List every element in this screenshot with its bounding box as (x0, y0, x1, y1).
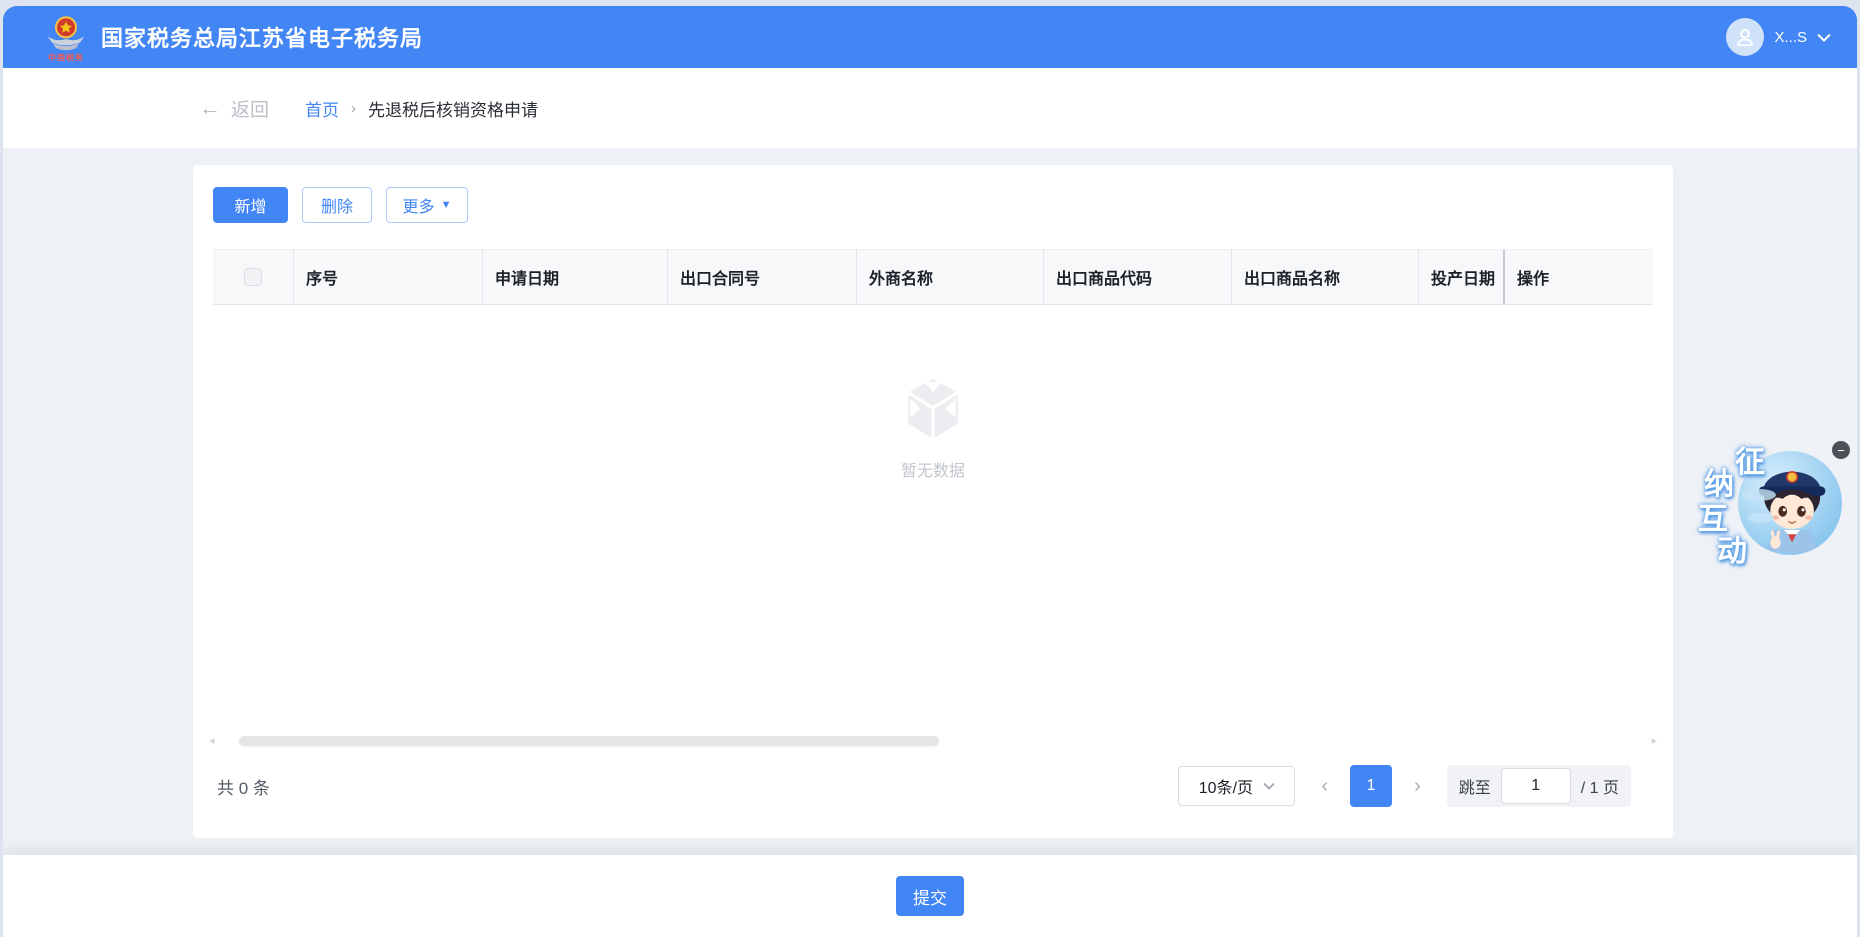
empty-state: 暂无数据 (213, 377, 1653, 481)
assistant-minimize-button[interactable]: − (1832, 441, 1850, 459)
cloud-decoration (1742, 489, 1776, 501)
submit-button[interactable]: 提交 (896, 876, 964, 916)
page-size-select[interactable]: 10条/页 (1178, 766, 1296, 806)
col-export-commodity-code: 出口商品代码 (1043, 250, 1231, 304)
logo-caption: 中国税务 (48, 53, 84, 62)
breadcrumb-separator: › (351, 99, 357, 117)
horizontal-scrollbar: ◂ ▸ (209, 735, 1657, 747)
toolbar: 新增 删除 更多 ▼ (213, 165, 1653, 223)
user-avatar[interactable] (1726, 18, 1765, 56)
tax-assistant-widget[interactable]: 征 纳 互 动 − (1698, 437, 1850, 568)
select-all-cell (213, 250, 293, 304)
delete-button[interactable]: 删除 (302, 187, 372, 223)
select-all-checkbox[interactable] (244, 268, 262, 286)
user-name: X...S (1774, 28, 1807, 46)
content-area: 新增 删除 更多 ▼ 序号 申请日期 出口合同号 外商名称 出口商品代码 出口商… (3, 148, 1857, 855)
pagination-bar: 共 0 条 10条/页 ‹ 1 › 跳至 / 1 页 (217, 765, 1631, 807)
user-menu[interactable]: X...S (1726, 18, 1831, 56)
empty-box-icon (907, 379, 959, 439)
header-brand: 中国税务 国家税务总局江苏省电子税务局 (43, 8, 423, 66)
page-size-value: 10条/页 (1198, 780, 1254, 797)
tax-emblem-icon (47, 16, 85, 51)
breadcrumb-current: 先退税后核销资格申请 (368, 100, 539, 120)
person-icon (1737, 29, 1754, 47)
next-page-button[interactable]: › (1410, 775, 1425, 798)
cloud-decoration (1748, 513, 1774, 523)
top-header: 中国税务 国家税务总局江苏省电子税务局 X...S (3, 6, 1857, 68)
page-title: 国家税务总局江苏省电子税务局 (101, 26, 424, 51)
back-button[interactable]: ← 返回 (199, 95, 269, 122)
jump-to-page-group: 跳至 / 1 页 (1446, 765, 1631, 807)
breadcrumb-home-link[interactable]: 首页 (305, 96, 339, 121)
footer-action-bar: 提交 (3, 855, 1857, 937)
scroll-left-icon[interactable]: ◂ (209, 734, 215, 747)
jump-label: 跳至 (1458, 780, 1491, 797)
table-header-row: 序号 申请日期 出口合同号 外商名称 出口商品代码 出口商品名称 投产日期 操作 (213, 249, 1653, 305)
jump-page-input[interactable] (1500, 768, 1571, 804)
col-foreign-merchant: 外商名称 (856, 250, 1043, 304)
back-arrow-icon: ← (199, 95, 221, 120)
col-export-contract-no: 出口合同号 (667, 250, 856, 304)
main-card: 新增 删除 更多 ▼ 序号 申请日期 出口合同号 外商名称 出口商品代码 出口商… (193, 165, 1673, 838)
chevron-down-icon (1817, 33, 1831, 42)
more-label: 更多 (402, 199, 435, 216)
total-count: 共 0 条 (217, 778, 270, 798)
app-window: 中国税务 国家税务总局江苏省电子税务局 X...S ← 返回 首页 › 先退税后… (3, 6, 1857, 937)
col-production-date: 投产日期 (1418, 250, 1503, 304)
col-serial-no: 序号 (293, 250, 482, 304)
col-actions: 操作 (1503, 250, 1653, 304)
pager-controls: 10条/页 ‹ 1 › 跳至 / 1 页 (1178, 765, 1631, 807)
tax-emblem-logo: 中国税务 (43, 14, 89, 66)
assistant-char: 征 (1735, 446, 1765, 479)
add-button[interactable]: 新增 (213, 187, 288, 223)
scrollbar-thumb[interactable] (239, 736, 939, 746)
scroll-right-icon[interactable]: ▸ (1651, 734, 1657, 747)
col-export-commodity-name: 出口商品名称 (1231, 250, 1418, 304)
assistant-char: 动 (1717, 535, 1747, 568)
prev-page-button[interactable]: ‹ (1317, 775, 1332, 798)
page-1-button[interactable]: 1 (1350, 765, 1393, 807)
total-pages: / 1 页 (1580, 780, 1619, 797)
back-label: 返回 (231, 99, 270, 121)
select-chevron-icon (1263, 782, 1275, 790)
caret-down-icon: ▼ (440, 198, 452, 211)
breadcrumb: ← 返回 首页 › 先退税后核销资格申请 (3, 68, 1857, 148)
col-apply-date: 申请日期 (482, 250, 667, 304)
more-dropdown-button[interactable]: 更多 ▼ (386, 187, 468, 223)
empty-text: 暂无数据 (900, 463, 965, 480)
